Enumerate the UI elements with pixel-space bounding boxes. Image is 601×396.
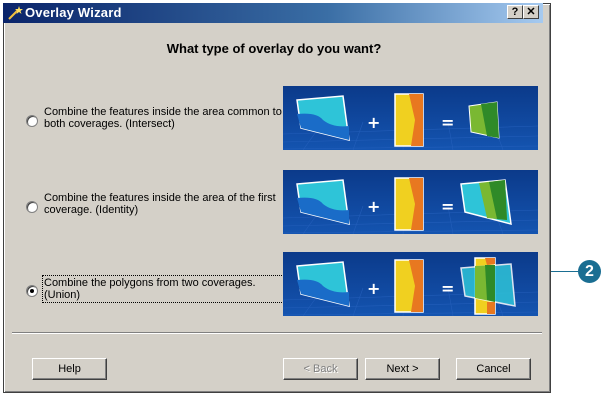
help-button[interactable]: Help	[32, 358, 107, 380]
equals-symbol: =	[441, 113, 454, 132]
cancel-button[interactable]: Cancel	[456, 358, 531, 380]
svg-text:+: +	[367, 197, 380, 216]
option-identity-label: Combine the features inside the area of …	[44, 192, 276, 216]
option-union-label: Combine the polygons from two coverages.…	[42, 275, 296, 303]
help-question-button[interactable]: ?	[507, 5, 523, 19]
option-union[interactable]: Combine the polygons from two coverages.…	[26, 275, 296, 307]
wizard-question-heading: What type of overlay do you want?	[166, 41, 382, 56]
option-intersect-label: Combine the features inside the area com…	[44, 106, 282, 130]
union-diagram: + =	[283, 252, 538, 316]
title-bar: Overlay Wizard ? ✕	[3, 3, 543, 23]
identity-diagram: + =	[283, 170, 538, 234]
svg-text:=: =	[441, 279, 454, 298]
radio-selected-dot	[30, 289, 34, 293]
option-identity[interactable]: Combine the features inside the area of …	[26, 192, 276, 222]
plus-symbol: +	[367, 113, 380, 132]
wizard-wand-icon	[8, 6, 23, 20]
radio-intersect[interactable]	[26, 115, 38, 127]
intersect-diagram: + =	[283, 86, 538, 150]
callout-leader-line	[551, 271, 579, 272]
option-intersect[interactable]: Combine the features inside the area com…	[26, 106, 282, 136]
svg-text:+: +	[367, 279, 380, 298]
step-callout-badge: 2	[578, 260, 601, 283]
back-button[interactable]: < Back	[283, 358, 358, 380]
close-button[interactable]: ✕	[523, 5, 539, 19]
button-separator	[12, 332, 542, 334]
window-title: Overlay Wizard	[25, 5, 122, 20]
radio-identity[interactable]	[26, 201, 38, 213]
svg-text:=: =	[441, 197, 454, 216]
next-button[interactable]: Next >	[365, 358, 440, 380]
radio-union[interactable]	[26, 285, 38, 297]
